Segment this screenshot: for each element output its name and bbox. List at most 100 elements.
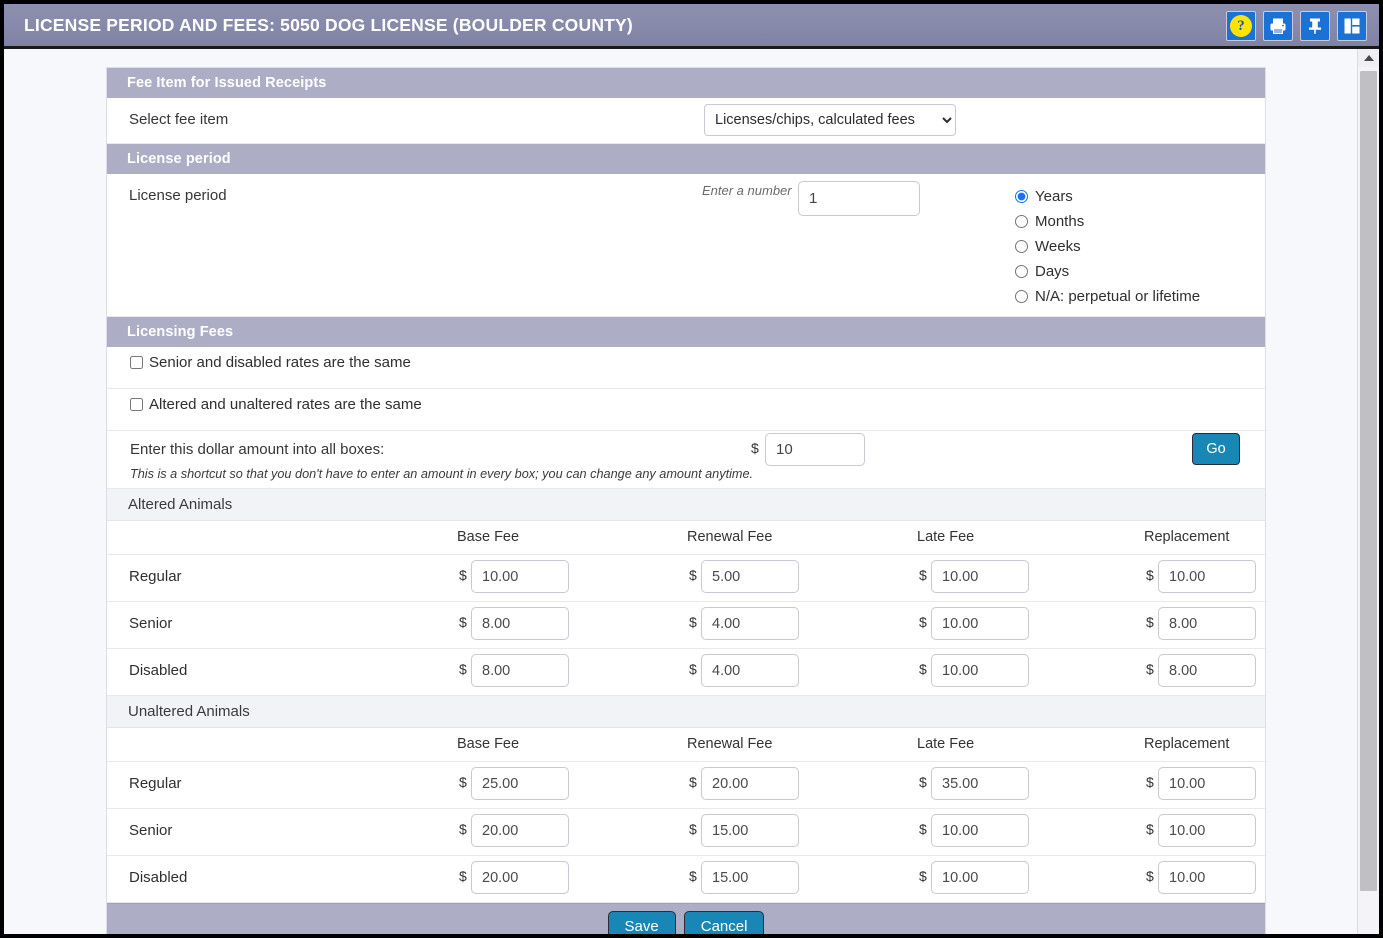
input-altered-regular-base-fee[interactable] (471, 560, 569, 593)
input-altered-disabled-late-fee[interactable] (931, 654, 1029, 687)
column-header-replacement: Replacement (1144, 529, 1230, 545)
pin-icon[interactable] (1300, 11, 1330, 41)
bulk-amount-input[interactable] (765, 433, 865, 466)
row-label-altered-regular: Regular (129, 568, 182, 585)
radio-label-years[interactable]: Years (1035, 188, 1073, 205)
checkbox-label-altered-unaltered-same[interactable]: Altered and unaltered rates are the same (149, 396, 422, 413)
input-unaltered-regular-replacement[interactable] (1158, 767, 1256, 800)
radio-label-days[interactable]: Days (1035, 263, 1069, 280)
help-icon-glyph: ? (1230, 15, 1252, 37)
print-icon[interactable] (1263, 11, 1293, 41)
radio-label-na-perpetual[interactable]: N/A: perpetual or lifetime (1035, 288, 1200, 305)
dollar-sign-icon: $ (459, 567, 467, 583)
input-altered-disabled-base-fee[interactable] (471, 654, 569, 687)
radio-option-na-perpetual[interactable]: N/A: perpetual or lifetime (1015, 284, 1200, 309)
dollar-sign-icon: $ (459, 614, 467, 630)
titlebar-icon-group: ? (1226, 11, 1367, 41)
scrollbar-thumb[interactable] (1360, 71, 1377, 891)
page-title: LICENSE PERIOD AND FEES: 5050 DOG LICENS… (24, 15, 633, 35)
bulk-amount-label: Enter this dollar amount into all boxes: (130, 441, 385, 458)
column-header-renewal-fee: Renewal Fee (687, 529, 773, 545)
input-unaltered-disabled-replacement[interactable] (1158, 861, 1256, 894)
input-altered-disabled-renewal-fee[interactable] (701, 654, 799, 687)
checkbox-altered-unaltered-same[interactable] (130, 398, 143, 411)
dollar-sign-icon: $ (919, 774, 927, 790)
checkbox-label-senior-disabled-same[interactable]: Senior and disabled rates are the same (149, 354, 411, 371)
input-altered-regular-late-fee[interactable] (931, 560, 1029, 593)
section-header-license-period: License period (107, 144, 1265, 174)
input-altered-senior-base-fee[interactable] (471, 607, 569, 640)
license-period-label: License period (129, 187, 227, 204)
vertical-scrollbar[interactable] (1357, 49, 1379, 934)
radio-option-months[interactable]: Months (1015, 209, 1200, 234)
radio-label-weeks[interactable]: Weeks (1035, 238, 1081, 255)
input-altered-regular-replacement[interactable] (1158, 560, 1256, 593)
input-unaltered-regular-late-fee[interactable] (931, 767, 1029, 800)
radio-input-days[interactable] (1015, 265, 1028, 278)
column-header-base-fee: Base Fee (457, 529, 520, 545)
dollar-sign-icon: $ (689, 661, 697, 677)
row-label-altered-senior: Senior (129, 615, 173, 632)
radio-input-na-perpetual[interactable] (1015, 290, 1028, 303)
dollar-sign-icon: $ (1146, 614, 1154, 630)
dollar-sign-icon: $ (1146, 868, 1154, 884)
scroll-up-arrow-icon[interactable] (1358, 49, 1379, 67)
input-unaltered-senior-renewal-fee[interactable] (701, 814, 799, 847)
input-unaltered-senior-replacement[interactable] (1158, 814, 1256, 847)
layout-icon[interactable] (1337, 11, 1367, 41)
input-unaltered-senior-base-fee[interactable] (471, 814, 569, 847)
license-period-unit-group: Years Months Weeks Days N/A: perpetual o… (1015, 184, 1200, 309)
dollar-sign-icon: $ (689, 774, 697, 790)
radio-input-years[interactable] (1015, 190, 1028, 203)
radio-option-days[interactable]: Days (1015, 259, 1200, 284)
column-headers-altered: Base Fee Renewal Fee Late Fee Replacemen… (107, 521, 1265, 555)
window-titlebar: LICENSE PERIOD AND FEES: 5050 DOG LICENS… (4, 4, 1379, 49)
save-button[interactable]: Save (607, 911, 676, 934)
input-unaltered-regular-renewal-fee[interactable] (701, 767, 799, 800)
input-altered-regular-renewal-fee[interactable] (701, 560, 799, 593)
cancel-button[interactable]: Cancel (683, 911, 765, 934)
radio-input-months[interactable] (1015, 215, 1028, 228)
radio-option-weeks[interactable]: Weeks (1015, 234, 1200, 259)
input-altered-senior-replacement[interactable] (1158, 607, 1256, 640)
form-footer: Save Cancel (107, 903, 1265, 934)
input-altered-senior-renewal-fee[interactable] (701, 607, 799, 640)
input-unaltered-disabled-base-fee[interactable] (471, 861, 569, 894)
column-header-replacement: Replacement (1144, 736, 1230, 752)
dollar-sign-icon: $ (1146, 774, 1154, 790)
checkbox-senior-disabled-same[interactable] (130, 356, 143, 369)
dollar-sign-icon: $ (919, 567, 927, 583)
row-label-unaltered-disabled: Disabled (129, 869, 188, 886)
column-headers-unaltered: Base Fee Renewal Fee Late Fee Replacemen… (107, 728, 1265, 762)
column-header-renewal-fee: Renewal Fee (687, 736, 773, 752)
radio-input-weeks[interactable] (1015, 240, 1028, 253)
fee-item-row: Select fee item Licenses/chips, calculat… (107, 98, 1265, 144)
dollar-sign-icon: $ (689, 614, 697, 630)
column-header-late-fee: Late Fee (917, 736, 975, 752)
radio-option-years[interactable]: Years (1015, 184, 1200, 209)
license-period-row: License period Enter a number Years Mont… (107, 174, 1265, 317)
bulk-amount-note: This is a shortcut so that you don't hav… (130, 467, 754, 481)
dollar-sign-icon: $ (689, 567, 697, 583)
fee-item-select[interactable]: Licenses/chips, calculated fees (704, 104, 956, 136)
go-button[interactable]: Go (1192, 433, 1240, 465)
dollar-sign-icon: $ (689, 868, 697, 884)
row-label-unaltered-senior: Senior (129, 822, 173, 839)
license-period-input[interactable] (798, 181, 920, 216)
column-header-base-fee: Base Fee (457, 736, 520, 752)
column-header-late-fee: Late Fee (917, 529, 975, 545)
input-altered-disabled-replacement[interactable] (1158, 654, 1256, 687)
input-unaltered-regular-base-fee[interactable] (471, 767, 569, 800)
input-unaltered-disabled-late-fee[interactable] (931, 861, 1029, 894)
help-icon[interactable]: ? (1226, 11, 1256, 41)
table-row-altered-disabled: Disabled $ $ $ $ (107, 649, 1265, 696)
dollar-sign-icon: $ (751, 440, 759, 456)
dollar-sign-icon: $ (919, 614, 927, 630)
input-unaltered-disabled-renewal-fee[interactable] (701, 861, 799, 894)
dollar-sign-icon: $ (459, 774, 467, 790)
radio-label-months[interactable]: Months (1035, 213, 1084, 230)
row-label-altered-disabled: Disabled (129, 662, 188, 679)
input-unaltered-senior-late-fee[interactable] (931, 814, 1029, 847)
input-altered-senior-late-fee[interactable] (931, 607, 1029, 640)
table-row-unaltered-senior: Senior $ $ $ $ (107, 809, 1265, 856)
